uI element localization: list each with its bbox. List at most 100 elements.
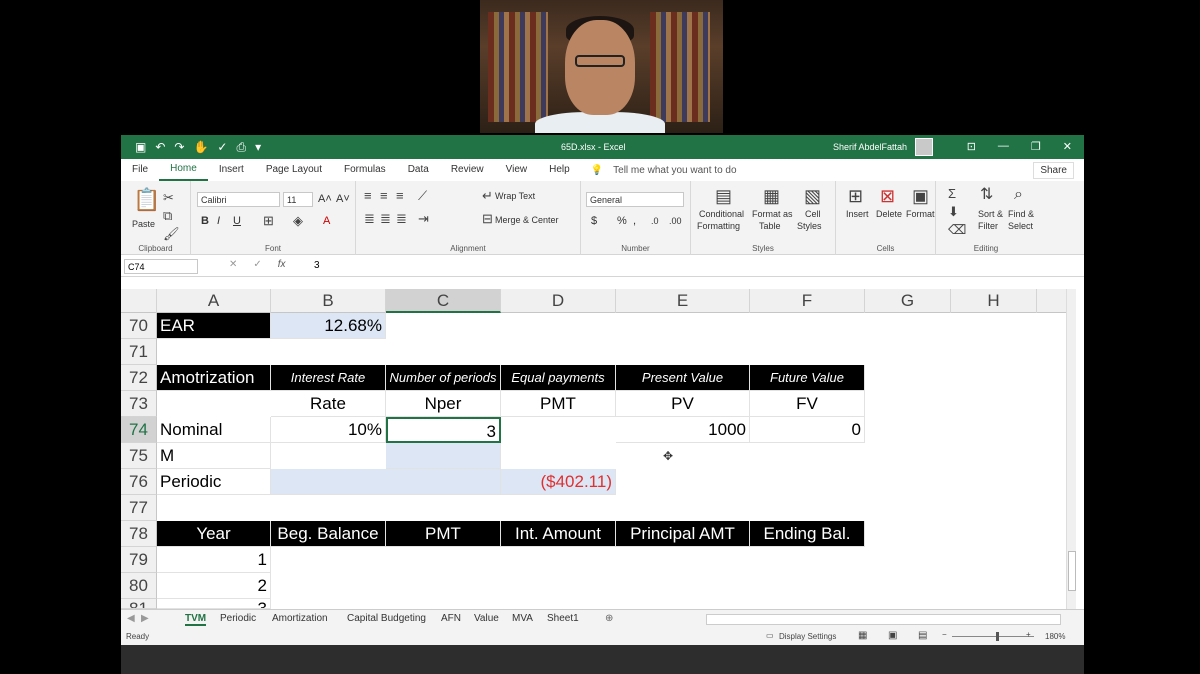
insert-button[interactable]: Insert (846, 209, 869, 219)
zoom-slider-thumb[interactable] (996, 632, 999, 641)
formula-input[interactable]: 3 (314, 260, 320, 271)
zoom-slider[interactable] (952, 636, 1034, 637)
italic-button[interactable]: I (217, 215, 220, 227)
sort-filter-icon[interactable]: ⇅ (980, 187, 993, 203)
more-icon[interactable]: ▾ (255, 141, 261, 153)
cell-button[interactable]: Cell (805, 209, 821, 219)
ribbon-display-icon[interactable]: ⊡ (967, 140, 976, 153)
tab-view[interactable]: View (495, 159, 539, 181)
column-header-b[interactable]: B (271, 289, 386, 313)
sheet-tab-mva[interactable]: MVA (512, 613, 533, 624)
cell-a79[interactable]: 1 (157, 547, 271, 573)
number-format-select[interactable]: General (586, 192, 684, 207)
cell-e72[interactable]: Present Value (616, 365, 750, 391)
next-sheet-icon[interactable]: ▶ (141, 613, 149, 624)
sheet-tab-amortization[interactable]: Amortization (272, 613, 328, 624)
cell-a81[interactable]: 3 (157, 599, 271, 609)
autosum-icon[interactable]: Σ (948, 187, 956, 200)
share-button[interactable]: Share (1033, 162, 1074, 179)
decrease-decimal-icon[interactable]: .00 (669, 216, 682, 226)
cell-c75[interactable] (386, 443, 501, 469)
sheet-tab-capital-budgeting[interactable]: Capital Budgeting (347, 613, 426, 624)
grow-font-icon[interactable]: A˄ (318, 193, 332, 205)
cell-e78[interactable]: Principal AMT (616, 521, 750, 547)
delete-cells-icon[interactable]: ⊠ (880, 187, 895, 205)
redo-icon[interactable]: ↷ (174, 141, 184, 153)
zoom-level[interactable]: 180% (1045, 632, 1065, 641)
restore-icon[interactable]: ❐ (1031, 140, 1041, 153)
cell-b73[interactable]: Rate (271, 391, 386, 417)
save-icon[interactable]: ▣ (135, 141, 146, 153)
column-header-d[interactable]: D (501, 289, 616, 313)
conditional-formatting-icon[interactable]: ▤ (715, 187, 732, 205)
wrap-text-icon[interactable]: ↵ (482, 189, 493, 202)
conditional-button[interactable]: Conditional (699, 209, 744, 219)
tell-me-box[interactable]: Tell me what you want to do (613, 165, 736, 176)
format-cells-icon[interactable]: ▣ (912, 187, 929, 205)
format-painter-icon[interactable]: 🖌 (163, 227, 180, 240)
undo-icon[interactable]: ↶ (155, 141, 165, 153)
sort-button[interactable]: Sort & (978, 209, 1003, 219)
orientation-icon[interactable]: ⟋ (418, 189, 427, 202)
column-header-f[interactable]: F (750, 289, 865, 313)
copy-icon[interactable]: ⧉ (163, 209, 172, 222)
cell-f78[interactable]: Ending Bal. (750, 521, 865, 547)
zoom-out-icon[interactable]: − (942, 630, 947, 639)
user-name[interactable]: Sherif AbdelFattah (833, 142, 907, 152)
preview-icon[interactable]: ⎙ (236, 141, 246, 153)
align-center-icon[interactable]: ≣ (380, 212, 391, 225)
cut-icon[interactable]: ✂ (163, 191, 174, 204)
formatting-button[interactable]: Formatting (697, 221, 740, 231)
cell-a72[interactable]: Amotrization (157, 365, 271, 391)
tab-help[interactable]: Help (538, 159, 581, 181)
scroll-thumb[interactable] (1068, 551, 1076, 591)
avatar[interactable] (915, 138, 933, 156)
cell-b78[interactable]: Beg. Balance (271, 521, 386, 547)
fill-icon[interactable]: ⬇ (948, 205, 959, 218)
format-button[interactable]: Format (906, 209, 935, 219)
column-header-e[interactable]: E (616, 289, 750, 313)
cell-e73[interactable]: PV (616, 391, 750, 417)
format-as-button[interactable]: Format as (752, 209, 793, 219)
minimize-icon[interactable]: — (998, 140, 1009, 153)
merge-icon[interactable]: ⊟ (482, 212, 493, 225)
find-select-icon[interactable]: ⌕ (1014, 187, 1023, 203)
cell-d76[interactable]: ($402.11) (501, 469, 616, 495)
paste-icon[interactable]: 📋 (133, 189, 160, 211)
vertical-scrollbar[interactable] (1066, 289, 1076, 609)
increase-decimal-icon[interactable]: .0 (651, 216, 659, 226)
filter-button[interactable]: Filter (978, 221, 998, 231)
cell-b76-c76[interactable] (271, 469, 501, 495)
shrink-font-icon[interactable]: A˅ (336, 193, 350, 205)
sheet-tab-periodic[interactable]: Periodic (220, 613, 256, 624)
row-header-70[interactable]: 70 (121, 313, 157, 339)
cell-c74[interactable]: 3 (386, 417, 501, 443)
tab-page-layout[interactable]: Page Layout (255, 159, 333, 181)
cell-styles-icon[interactable]: ▧ (804, 187, 821, 205)
clear-icon[interactable]: ⌫ (948, 223, 966, 236)
page-break-view-icon[interactable]: ▤ (918, 630, 927, 641)
add-sheet-icon[interactable]: ⊕ (605, 613, 613, 624)
row-header-80[interactable]: 80 (121, 573, 157, 599)
cell-b72[interactable]: Interest Rate (271, 365, 386, 391)
fill-color-icon[interactable]: ◈ (293, 214, 303, 227)
tab-formulas[interactable]: Formulas (333, 159, 397, 181)
format-as-table-icon[interactable]: ▦ (763, 187, 780, 205)
column-header-g[interactable]: G (865, 289, 951, 313)
row-header-79[interactable]: 79 (121, 547, 157, 573)
styles-button[interactable]: Styles (797, 221, 822, 231)
display-settings-icon[interactable]: ▭ (766, 631, 774, 640)
comma-icon[interactable]: , (633, 215, 636, 227)
cell-f74[interactable]: 0 (750, 417, 865, 443)
align-left-icon[interactable]: ≣ (364, 212, 375, 225)
cell-c73[interactable]: Nper (386, 391, 501, 417)
merge-center-button[interactable]: Merge & Center (495, 215, 559, 225)
delete-button[interactable]: Delete (876, 209, 902, 219)
row-header-71[interactable]: 71 (121, 339, 157, 365)
select-all-corner[interactable] (121, 289, 157, 313)
column-header-a[interactable]: A (157, 289, 271, 313)
underline-button[interactable]: U (233, 215, 241, 227)
cell-a78[interactable]: Year (157, 521, 271, 547)
cell-b70[interactable]: 12.68% (271, 313, 386, 339)
bold-button[interactable]: B (201, 215, 209, 227)
